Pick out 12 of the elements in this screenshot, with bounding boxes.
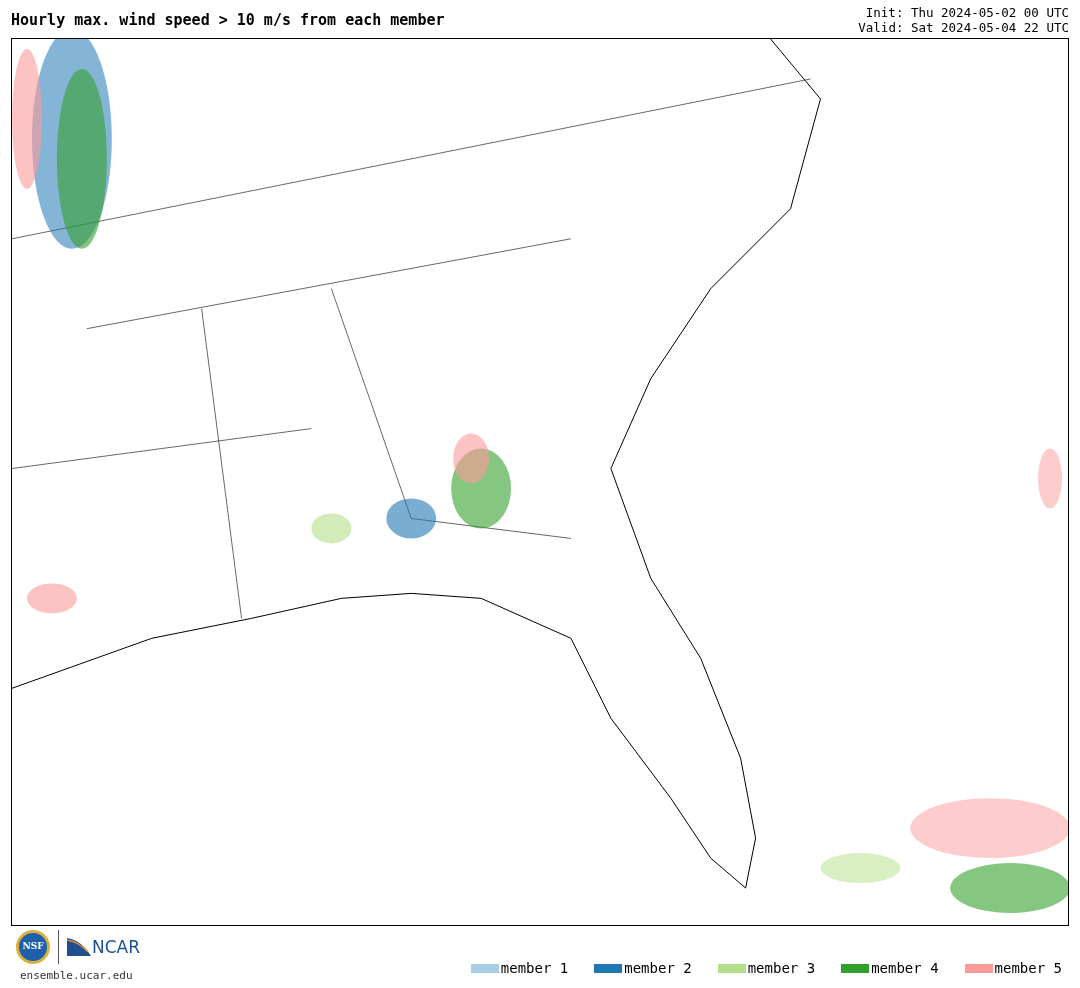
run-time-text: Valid: Sat 2024-05-04 22 UTC <box>858 20 1069 35</box>
legend-label: member 5 <box>994 961 1062 975</box>
run-time-text: Init: Thu 2024-05-02 00 UTC <box>865 5 1069 20</box>
ncar-logo-text: NCAR <box>92 939 141 956</box>
nsf-logo: NSF <box>16 930 50 964</box>
chart-title: Hourly max. wind speed > 10 m/s from each member <box>11 13 445 28</box>
legend-label: member 4 <box>871 961 939 975</box>
legend-label: member 3 <box>747 961 816 975</box>
site-url: ensemble.ucar.edu <box>19 968 134 984</box>
legend-label: member 1 <box>500 961 569 975</box>
ncar-logo-icon <box>67 938 91 956</box>
legend-label: member 2 <box>624 961 692 975</box>
